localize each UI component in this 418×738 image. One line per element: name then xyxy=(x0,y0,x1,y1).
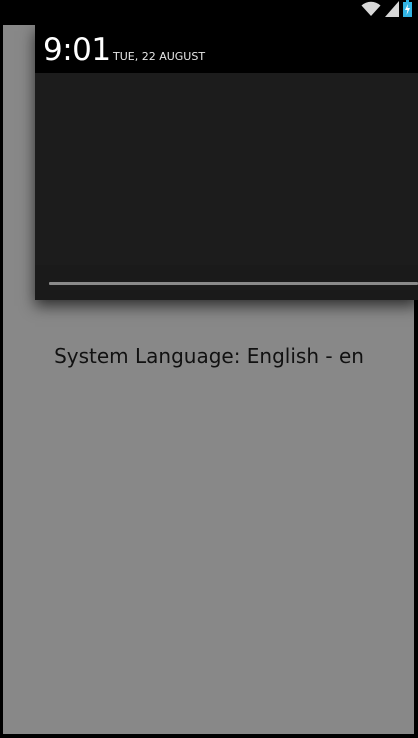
wifi-icon xyxy=(361,1,381,22)
drag-handle-line xyxy=(49,282,418,285)
status-icons xyxy=(361,0,412,22)
status-bar xyxy=(0,0,418,25)
notification-header: 9:01 TUE, 22 AUGUST xyxy=(35,25,418,73)
device-frame: System Language: English - en 9:01 TUE, … xyxy=(0,0,418,738)
shade-drag-handle[interactable] xyxy=(35,265,418,300)
notification-shade[interactable]: 9:01 TUE, 22 AUGUST xyxy=(35,25,418,300)
clock-date: TUE, 22 AUGUST xyxy=(113,50,206,63)
clock-time: 9:01 xyxy=(43,32,111,68)
system-language-text: System Language: English - en xyxy=(54,344,364,368)
battery-charging-icon xyxy=(403,0,412,22)
signal-icon xyxy=(385,1,399,22)
